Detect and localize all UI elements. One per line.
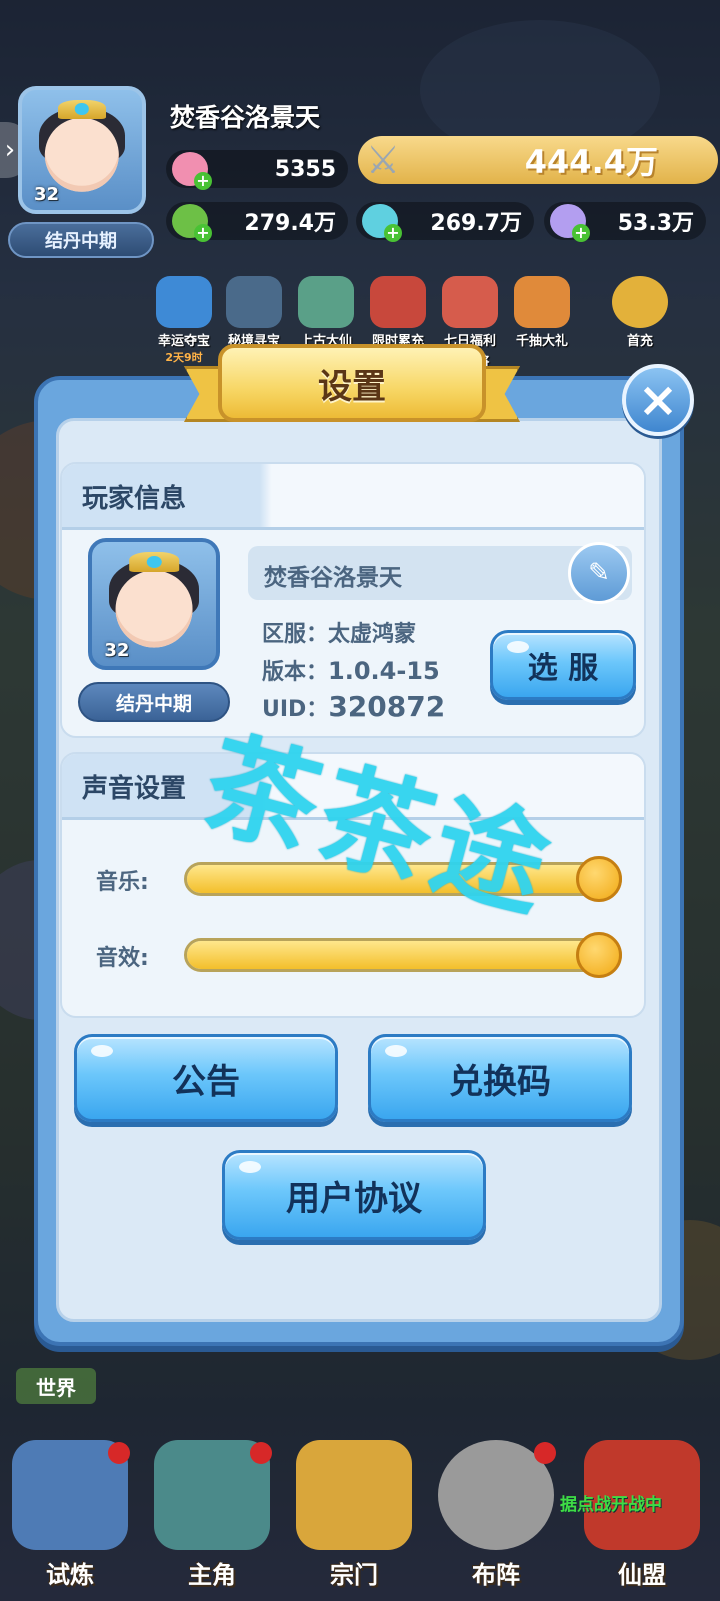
version-value: 1.0.4-15 (328, 657, 440, 685)
activity-ancient-immortal[interactable]: 上古大仙 (288, 276, 364, 349)
server-value: 太虚鸿蒙 (328, 622, 417, 647)
player-info-avatar: 32 (88, 538, 220, 670)
player-info-heading: 玩家信息 (82, 484, 187, 514)
resource-herb[interactable]: 279.4万 (166, 202, 348, 242)
player-name: 焚香谷洛景天 (170, 103, 321, 132)
notice-label: 公告 (172, 1061, 240, 1102)
nav-label: 试炼 (46, 1561, 94, 1589)
nav-trial[interactable]: 试炼 (4, 1430, 136, 1590)
avatar-crown (129, 551, 179, 572)
player-rank-badge: 结丹中期 (8, 222, 154, 258)
notification-dot (250, 1442, 272, 1464)
activity-limited-recharge[interactable]: 限时累充 (360, 276, 436, 349)
nav-label: 仙盟 (618, 1561, 666, 1589)
mask-icon (298, 276, 354, 328)
activity-label: 首充 (626, 334, 653, 349)
player-avatar[interactable]: 32 (18, 86, 146, 214)
uid-value: 320872 (328, 690, 446, 723)
select-server-button[interactable]: 选 服 (490, 630, 636, 700)
notice-button[interactable]: 公告 (74, 1034, 338, 1122)
music-label: 音乐: (96, 870, 149, 895)
avatar-face (115, 570, 193, 648)
notification-dot (108, 1442, 130, 1464)
avatar-crown (58, 99, 106, 119)
resource-rainbow-value: 53.3万 (617, 211, 694, 236)
version-label: 版本： (262, 660, 329, 685)
resource-herb-value: 279.4万 (244, 211, 336, 236)
resource-rainbow[interactable]: 53.3万 (544, 202, 706, 242)
user-agreement-button[interactable]: 用户协议 (222, 1150, 486, 1240)
notification-dot (534, 1442, 556, 1464)
activity-secret-realm[interactable]: 秘境寻宝 (216, 276, 292, 349)
activity-thousand-draws[interactable]: 千抽大礼 (504, 276, 580, 349)
shield-icon (226, 276, 282, 328)
herb-icon (172, 204, 212, 242)
user-agreement-label: 用户协议 (286, 1178, 422, 1219)
nav-label: 宗门 (330, 1561, 378, 1589)
crossed-swords-icon: ⚔ (366, 138, 401, 182)
player-info-level: 32 (104, 640, 130, 662)
player-level: 32 (34, 184, 60, 206)
version-info: 版本：1.0.4-15 (262, 654, 440, 686)
player-info-rank: 结丹中期 (78, 682, 230, 722)
select-server-label: 选 服 (527, 651, 599, 686)
close-button[interactable]: × (622, 364, 694, 436)
combat-power-value: 444.4万 (524, 143, 658, 181)
dialog-title-ribbon: 设置 (184, 344, 520, 432)
gift-icon (370, 276, 426, 328)
edit-name-button[interactable]: ✎ (568, 542, 630, 604)
redeem-code-button[interactable]: 兑换码 (368, 1034, 632, 1122)
nav-label: 布阵 (472, 1561, 520, 1589)
resource-crystal-value: 269.7万 (430, 211, 522, 236)
combat-power: ⚔ 444.4万 (358, 136, 718, 184)
activity-first-recharge[interactable]: 首充 (602, 276, 678, 349)
close-icon: × (637, 372, 679, 428)
nav-label: 主角 (188, 1561, 236, 1589)
player-name-text: 焚香谷洛景天 (264, 565, 402, 591)
peach-icon (172, 152, 212, 190)
resource-peach[interactable]: 5355 (166, 150, 348, 190)
nav-hero[interactable]: 主角 (146, 1430, 278, 1590)
nav-formation[interactable]: 布阵 (430, 1430, 562, 1590)
avatar-face (44, 117, 120, 192)
nav-sect[interactable]: 宗门 (288, 1430, 420, 1590)
rainbow-icon (550, 204, 590, 242)
chat-world-tab[interactable]: 世界 (16, 1368, 96, 1404)
crystal-icon (362, 204, 402, 242)
resource-peach-value: 5355 (274, 156, 336, 182)
chest-icon (514, 276, 570, 328)
incense-burner-icon (296, 1440, 412, 1550)
brush-icon: ✎ (588, 558, 610, 588)
server-info: 区服：太虚鸿蒙 (262, 616, 416, 648)
server-label: 区服： (262, 622, 329, 647)
calendar-icon (442, 276, 498, 328)
stronghold-battle-banner: 据点战开战中 (560, 1495, 662, 1515)
dialog-title: 设置 (218, 344, 486, 422)
resource-crystal[interactable]: 269.7万 (356, 202, 534, 242)
section-header: 玩家信息 (62, 464, 644, 530)
first-recharge-icon (612, 276, 668, 328)
sound-settings-heading: 声音设置 (82, 774, 187, 804)
sfx-label: 音效: (96, 946, 149, 971)
redeem-code-label: 兑换码 (449, 1061, 551, 1102)
wheel-icon (156, 276, 212, 328)
